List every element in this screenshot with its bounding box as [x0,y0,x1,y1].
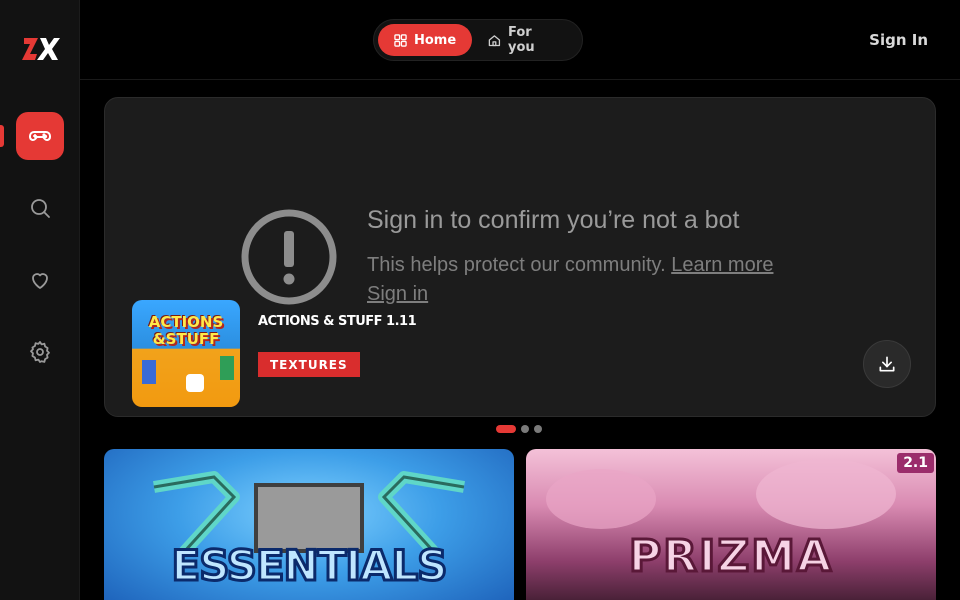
content-card[interactable]: 2.1 PRIZMA [526,449,936,600]
heart-icon [32,273,48,289]
sidebar-item-settings[interactable] [16,328,64,376]
tab-home-label: Home [414,32,457,48]
card-title: ESSENTIALS [170,540,449,592]
carousel-pagination [496,425,542,433]
content-card[interactable]: ESSENTIALS [104,449,514,600]
card-title: PRIZMA [627,530,834,584]
top-bar: Home For you Sign In [80,0,960,80]
tab-for-you[interactable]: For you [472,24,578,56]
item-thumbnail[interactable]: ACTIONS &STUFF [132,300,240,407]
active-indicator [0,125,4,147]
tab-home[interactable]: Home [378,24,473,56]
sign-in-button[interactable]: Sign In [869,31,928,49]
hero-banner[interactable]: Sign in to confirm you’re not a bot This… [104,97,936,417]
learn-more-link[interactable]: Learn more [671,254,773,276]
sidebar-item-games[interactable] [16,112,64,160]
bot-check-message: This helps protect our community. [367,254,666,276]
gamepad-icon [29,131,51,141]
bot-check-text: This helps protect our community. Learn … [367,251,837,309]
character-figure [220,356,234,380]
gear-icon [30,341,50,363]
duck-figure [186,374,204,392]
tab-for-you-label: For you [507,25,535,55]
home-icon [488,34,501,46]
carousel-dot[interactable] [521,425,529,433]
carousel-dot[interactable] [496,425,516,433]
exclamation-icon [241,209,337,305]
thumbnail-logo: ACTIONS &STUFF [132,314,240,348]
download-icon [879,356,895,372]
bot-check-title: Sign in to confirm you’re not a bot [367,206,740,234]
cherry-tree-decoration [546,469,656,529]
character-figure [142,360,156,384]
item-title[interactable]: ACTIONS & STUFF 1.11 [258,314,417,329]
thumbnail-logo-line2: &STUFF [152,330,220,348]
main-tabs: Home For you [373,19,583,61]
version-badge: 2.1 [897,453,934,473]
bot-sign-in-link[interactable]: Sign in [367,283,428,305]
cherry-tree-decoration [756,459,896,529]
sidebar [0,0,80,600]
app-logo[interactable] [22,36,60,62]
sidebar-item-favorites[interactable] [16,256,64,304]
carousel-dot[interactable] [534,425,542,433]
sidebar-item-search[interactable] [16,184,64,232]
grid-icon [394,33,407,47]
category-badge[interactable]: TEXTURES [258,352,360,377]
download-button[interactable] [863,340,911,388]
search-icon [31,199,50,218]
thumbnail-logo-line1: ACTIONS [148,313,224,331]
